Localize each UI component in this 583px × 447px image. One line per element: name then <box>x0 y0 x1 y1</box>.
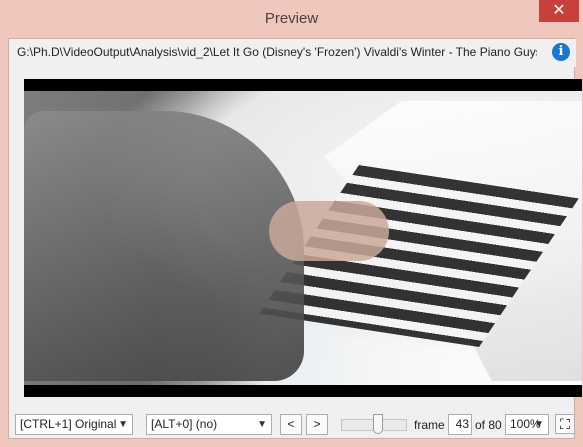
view-mode-select[interactable]: [CTRL+1] Original ▼ <box>15 414 133 435</box>
control-bar: [CTRL+1] Original ▼ [ALT+0] (no) ▼ < > f… <box>9 411 576 439</box>
zoom-select[interactable]: 100% ▼ <box>505 414 549 435</box>
title-bar[interactable]: Preview ✕ <box>0 0 583 38</box>
info-icon[interactable]: i <box>552 43 570 61</box>
chevron-down-icon: ▼ <box>257 419 267 430</box>
performer-arm <box>24 111 304 381</box>
frame-total-label: of 80 <box>475 418 502 432</box>
video-frame[interactable] <box>24 79 582 397</box>
close-button[interactable]: ✕ <box>539 0 579 22</box>
prev-frame-button[interactable]: < <box>280 414 302 435</box>
chevron-down-icon: ▼ <box>534 419 544 430</box>
frame-slider-thumb[interactable] <box>373 414 383 434</box>
video-scene <box>24 91 582 385</box>
window-title: Preview <box>264 10 319 27</box>
frame-label: frame <box>414 418 445 432</box>
overlay-mode-select[interactable]: [ALT+0] (no) ▼ <box>146 414 272 435</box>
preview-window: Preview ✕ G:\Ph.D\VideoOutput\Analysis\v… <box>0 0 583 447</box>
performer-hand <box>269 201 389 261</box>
path-bar: G:\Ph.D\VideoOutput\Analysis\vid_2\Let I… <box>9 39 576 67</box>
next-frame-button[interactable]: > <box>306 414 328 435</box>
fullscreen-icon: ⛶ <box>560 416 570 432</box>
view-mode-value: [CTRL+1] Original <box>20 417 117 431</box>
chevron-down-icon: ▼ <box>118 419 128 430</box>
client-area: G:\Ph.D\VideoOutput\Analysis\vid_2\Let I… <box>8 38 582 439</box>
file-path: G:\Ph.D\VideoOutput\Analysis\vid_2\Let I… <box>17 45 537 59</box>
frame-number-input[interactable]: 43 <box>448 414 472 435</box>
fullscreen-button[interactable]: ⛶ <box>555 414 575 434</box>
overlay-mode-value: [ALT+0] (no) <box>151 417 218 431</box>
